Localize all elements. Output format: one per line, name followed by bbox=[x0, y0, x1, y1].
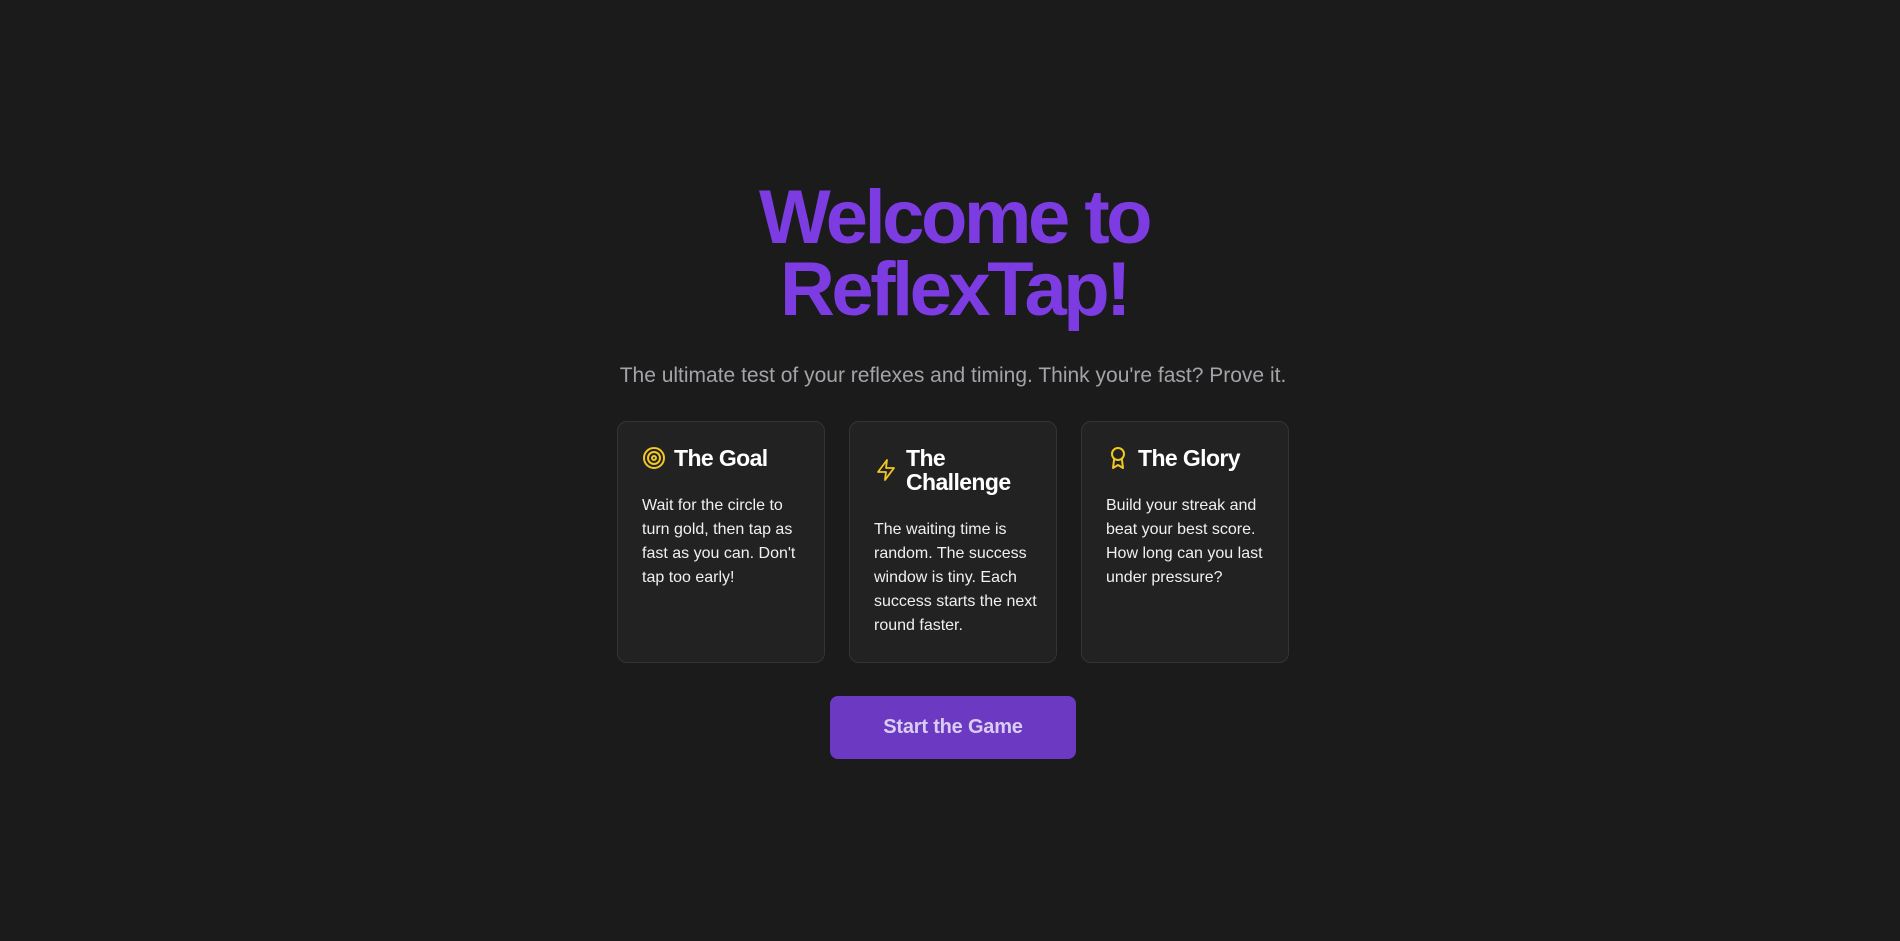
card-text: The waiting time is random. The success … bbox=[874, 521, 1037, 634]
card-text: Wait for the circle to turn gold, then t… bbox=[642, 497, 796, 586]
card-header: The Challenge bbox=[874, 446, 1042, 494]
page-title: Welcome to ReflexTap! bbox=[0, 175, 1900, 332]
info-cards: The Goal Wait for the circle to turn gol… bbox=[617, 421, 1289, 663]
lightning-icon bbox=[874, 458, 898, 482]
title-line-1: Welcome to bbox=[758, 175, 1153, 260]
start-game-button[interactable]: Start the Game bbox=[830, 696, 1076, 759]
title-line-2: ReflexTap! bbox=[780, 247, 1131, 332]
card-header: The Glory bbox=[1106, 446, 1274, 470]
target-icon bbox=[642, 446, 666, 470]
goal-card: The Goal Wait for the circle to turn gol… bbox=[617, 421, 825, 663]
page-subtitle: The ultimate test of your reflexes and t… bbox=[619, 364, 1287, 387]
card-title: The Glory bbox=[1138, 445, 1241, 471]
card-title: The Goal bbox=[674, 445, 768, 471]
glory-card: The Glory Build your streak and beat you… bbox=[1081, 421, 1289, 663]
welcome-screen: Welcome to ReflexTap! The ultimate test … bbox=[0, 0, 1900, 941]
card-header: The Goal bbox=[642, 446, 810, 470]
challenge-card: The Challenge The waiting time is random… bbox=[849, 421, 1057, 663]
card-text: Build your streak and beat your best sco… bbox=[1106, 497, 1263, 586]
card-title: The Challenge bbox=[906, 445, 1011, 495]
award-ribbon-icon bbox=[1106, 446, 1130, 470]
